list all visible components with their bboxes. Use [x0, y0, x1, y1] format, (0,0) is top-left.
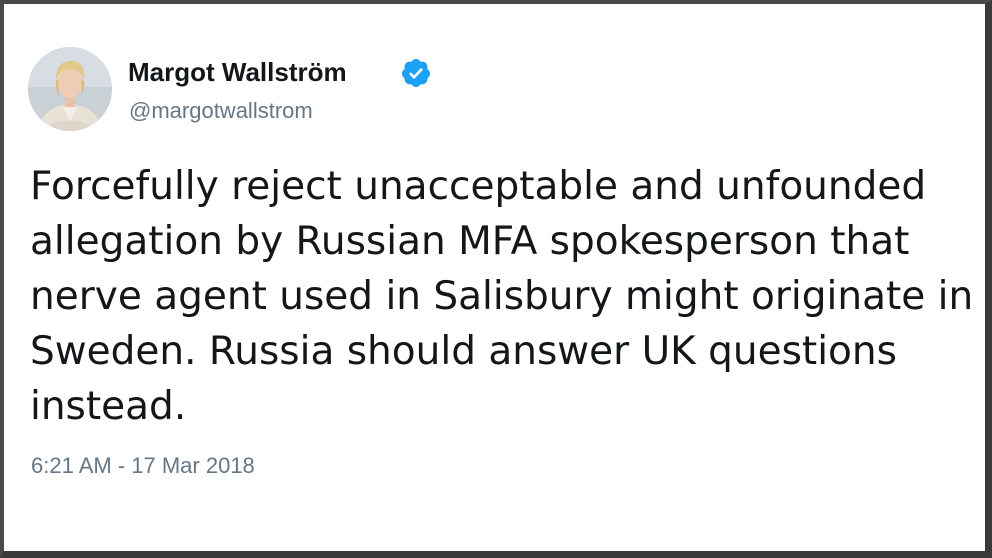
avatar[interactable] — [28, 47, 112, 131]
profile-photo-icon — [28, 47, 112, 131]
verified-badge-icon — [401, 59, 430, 87]
tweet-text: Forcefully reject unacceptable and unfou… — [30, 164, 974, 429]
tweet-timestamp[interactable]: 6:21 AM - 17 Mar 2018 — [31, 452, 255, 480]
tweet-card: Margot Wallström @margotwallstrom Forcef… — [0, 0, 992, 558]
author-handle[interactable]: @margotwallstrom — [129, 97, 313, 125]
author-display-name[interactable]: Margot Wallström — [128, 56, 347, 88]
